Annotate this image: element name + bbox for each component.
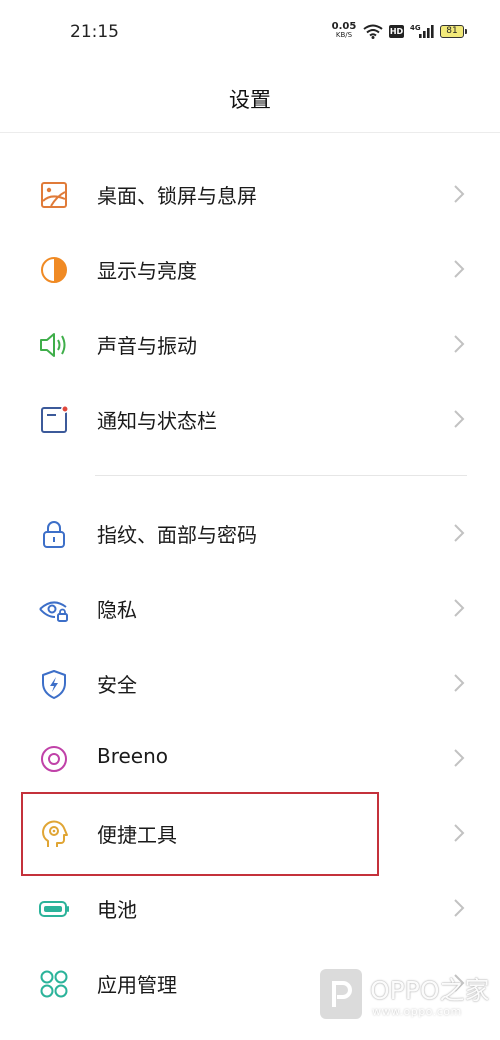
battery-indicator: 81 [440, 25, 464, 38]
watermark-logo [320, 969, 362, 1019]
lock-icon [43, 521, 65, 548]
network-speed-value: 0.05 [331, 21, 357, 32]
settings-item-desktop-lockscreen[interactable]: 桌面、锁屏与息屏 [0, 156, 500, 231]
privacy-eye-icon [39, 601, 68, 622]
wifi-icon [363, 24, 383, 39]
chevron-right-icon [454, 824, 465, 842]
battery-icon [39, 901, 69, 917]
speaker-icon [40, 333, 66, 357]
battery-tip [465, 29, 467, 34]
settings-item-label: 应用管理 [97, 973, 177, 997]
settings-item-notification-statusbar[interactable]: 通知与状态栏 [0, 381, 500, 456]
chevron-right-icon [454, 899, 465, 917]
settings-item-label: 电池 [97, 898, 137, 922]
settings-item-privacy[interactable]: 隐私 [0, 570, 500, 645]
settings-item-fingerprint-face-password[interactable]: 指纹、面部与密码 [0, 495, 500, 570]
settings-item-label: Breeno [97, 744, 169, 768]
settings-item-display-brightness[interactable]: 显示与亮度 [0, 231, 500, 306]
settings-item-label: 安全 [97, 673, 137, 697]
watermark-url: www.oppo.com [372, 1005, 462, 1018]
apps-icon [40, 970, 68, 998]
page-title: 设置 [229, 88, 271, 112]
breeno-icon [41, 746, 67, 772]
watermark-brand: OPPO之家 [370, 976, 490, 1005]
battery-level: 81 [446, 26, 458, 36]
settings-item-label: 隐私 [97, 598, 137, 622]
chevron-right-icon [454, 599, 465, 617]
wallpaper-icon [41, 182, 67, 208]
chevron-right-icon [454, 335, 465, 353]
settings-item-label: 声音与振动 [97, 334, 197, 358]
notification-icon [41, 405, 69, 433]
network-speed: 0.05 KB/S [331, 22, 357, 40]
network-speed-unit: KB/S [335, 31, 353, 39]
settings-item-label: 指纹、面部与密码 [97, 523, 257, 547]
chevron-right-icon [454, 749, 465, 767]
header-divider [0, 132, 500, 133]
chevron-right-icon [454, 674, 465, 692]
brightness-icon [41, 257, 67, 283]
settings-item-sound-vibration[interactable]: 声音与振动 [0, 306, 500, 381]
chevron-right-icon [454, 185, 465, 203]
settings-item-label: 通知与状态栏 [97, 409, 217, 433]
shield-icon [42, 670, 66, 699]
chevron-right-icon [454, 524, 465, 542]
chevron-right-icon [454, 410, 465, 428]
group-divider [95, 475, 467, 476]
settings-item-label: 显示与亮度 [97, 259, 197, 283]
watermark-logo-glyph [332, 981, 352, 1007]
cellular-signal-icon: 4G [410, 24, 434, 38]
settings-item-security[interactable]: 安全 [0, 645, 500, 720]
highlight-box [21, 792, 379, 876]
network-type-label: 4G [410, 24, 421, 32]
settings-item-breeno[interactable]: Breeno [0, 720, 500, 795]
settings-item-battery[interactable]: 电池 [0, 870, 500, 945]
chevron-right-icon [454, 260, 465, 278]
hd-badge: HD [389, 25, 404, 38]
watermark: OPPO之家 www.oppo.com [320, 966, 492, 1024]
settings-item-label: 桌面、锁屏与息屏 [97, 184, 257, 208]
status-time: 21:15 [70, 22, 119, 42]
status-bar: 21:15 0.05 KB/S HD 4G 81 [0, 0, 500, 64]
